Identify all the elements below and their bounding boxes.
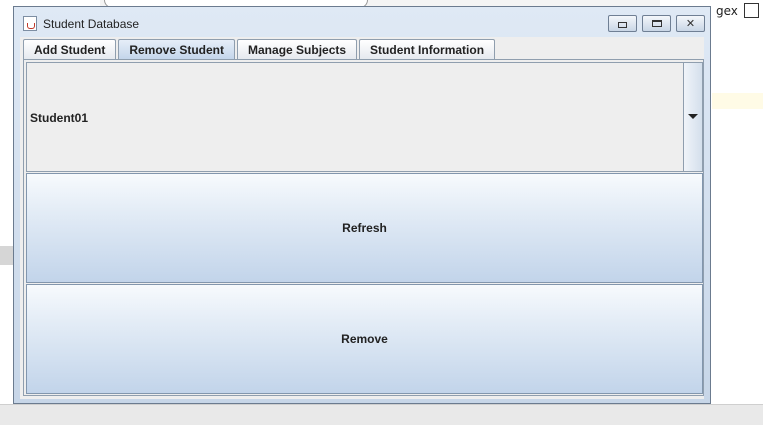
tab-student-information[interactable]: Student Information [359,39,496,60]
title-bar[interactable]: Student Database ✕ [14,7,710,37]
tab-strip: Add Student Remove Student Manage Subjec… [23,38,497,60]
window-title: Student Database [43,17,140,31]
window-content: Add Student Remove Student Manage Subjec… [20,37,704,399]
student-database-window: Student Database ✕ Add Student Remove St… [13,6,711,404]
refresh-button[interactable]: Refresh [26,173,703,283]
background-regex-label: gex [716,4,738,18]
background-status-bar [0,404,763,425]
remove-student-panel: Student01 Refresh Remove [23,59,704,396]
close-button[interactable]: ✕ [676,15,705,32]
student-select-dropdown[interactable]: Student01 [26,62,703,172]
background-regex-checkbox [744,3,759,18]
minimize-icon [618,21,627,28]
remove-button[interactable]: Remove [26,284,703,394]
close-icon: ✕ [685,18,696,30]
tab-remove-student[interactable]: Remove Student [118,39,236,60]
maximize-icon [651,20,662,27]
tab-manage-subjects[interactable]: Manage Subjects [237,39,358,60]
java-cup-icon [23,16,37,31]
background-side-strip [0,246,14,265]
tab-add-student[interactable]: Add Student [23,39,117,60]
dropdown-arrow-icon[interactable] [683,63,702,171]
minimize-button[interactable] [608,15,637,32]
maximize-button[interactable] [642,15,671,32]
background-line-highlight [712,93,763,109]
selected-student-value: Student01 [30,111,89,125]
